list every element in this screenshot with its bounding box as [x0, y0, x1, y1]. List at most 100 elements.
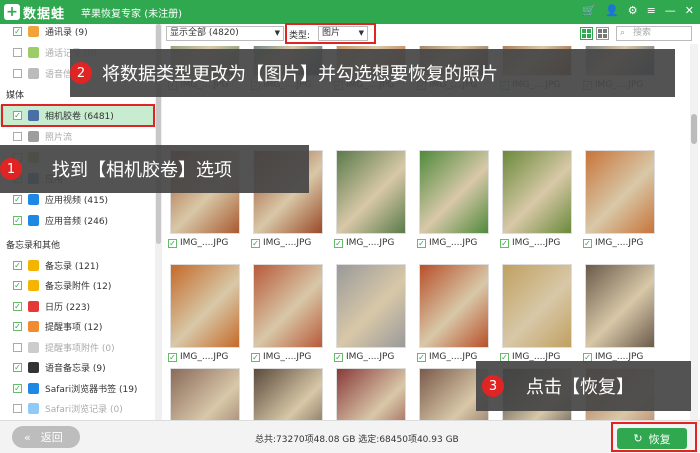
- photo-tile[interactable]: ✓IMG_....JPG: [413, 150, 495, 254]
- show-filter-select[interactable]: 显示全部 (4820) ▼: [166, 26, 284, 41]
- chevron-down-icon: ▼: [274, 29, 280, 37]
- photo-checkbox[interactable]: ✓: [334, 352, 343, 362]
- photo-filename: IMG_....JPG: [429, 238, 478, 248]
- checkbox[interactable]: ✓: [13, 260, 22, 270]
- photo-thumbnail[interactable]: [419, 264, 489, 348]
- photo-thumbnail[interactable]: [336, 150, 406, 234]
- photo-filename: IMG_....JPG: [346, 352, 395, 362]
- photo-tile[interactable]: ✓IMG_....JPG: [247, 264, 329, 368]
- photo-caption: ✓IMG_....JPG: [500, 238, 560, 248]
- grid-scroll-thumb[interactable]: [691, 114, 697, 144]
- other-header: 备忘录和其他: [6, 241, 61, 251]
- minimize-icon[interactable]: —: [665, 4, 676, 18]
- sidebar-item[interactable]: 提醒事项附件 (0): [0, 337, 156, 357]
- photo-checkbox[interactable]: ✓: [168, 238, 177, 248]
- photo-tile[interactable]: [330, 368, 412, 420]
- photo-checkbox[interactable]: ✓: [251, 238, 260, 248]
- sidebar-item[interactable]: ✓ 应用音频 (246): [0, 210, 156, 230]
- checkbox[interactable]: [13, 404, 22, 413]
- photo-tile[interactable]: ✓IMG_....JPG: [330, 264, 412, 368]
- checkbox[interactable]: ✓: [13, 110, 22, 120]
- type-label: 类型:: [289, 31, 311, 41]
- checkbox[interactable]: ✓: [13, 383, 22, 393]
- photo-tile[interactable]: ✓IMG_....JPG: [413, 264, 495, 368]
- sidebar-item[interactable]: ✓ 通讯录 (9): [0, 24, 156, 41]
- sidebar-item[interactable]: 照片流: [0, 126, 156, 146]
- checkbox[interactable]: ✓: [13, 281, 22, 290]
- sidebar-item[interactable]: ✓ 提醒事项 (12): [0, 317, 156, 337]
- photo-checkbox[interactable]: ✓: [168, 352, 177, 362]
- sidebar-item[interactable]: ✓ Safari浏览器书签 (19): [0, 378, 156, 398]
- cart-icon[interactable]: 🛒: [582, 4, 596, 18]
- photo-checkbox[interactable]: ✓: [500, 238, 509, 248]
- type-select[interactable]: 图片 ▼: [318, 26, 368, 41]
- media-header: 媒体: [6, 91, 25, 101]
- sidebar-item[interactable]: ✓ 相机胶卷 (6481): [0, 105, 156, 125]
- checkbox[interactable]: ✓: [13, 26, 22, 36]
- user-icon[interactable]: 👤: [605, 4, 619, 18]
- grid-view-icon[interactable]: [580, 27, 593, 40]
- photo-tile[interactable]: ✓IMG_....JPG: [579, 264, 661, 368]
- photo-thumbnail[interactable]: [502, 264, 572, 348]
- photo-thumbnail[interactable]: [336, 264, 406, 348]
- photo-checkbox[interactable]: ✓: [251, 352, 260, 362]
- photo-tile[interactable]: ✓IMG_....JPG: [164, 264, 246, 368]
- checkbox[interactable]: ✓: [13, 301, 22, 311]
- sidebar-item-label: 备忘录附件 (12): [45, 282, 112, 292]
- sidebar-item-label: 应用音频 (246): [45, 216, 109, 227]
- photo-tile[interactable]: [247, 368, 329, 420]
- photo-tile[interactable]: ✓IMG_....JPG: [579, 150, 661, 254]
- grid-scrollbar[interactable]: [690, 44, 698, 420]
- search-input[interactable]: ⌕ 搜索: [616, 26, 692, 41]
- photo-thumbnail[interactable]: [585, 150, 655, 234]
- photo-thumbnail[interactable]: [585, 264, 655, 348]
- checkbox[interactable]: ✓: [13, 194, 22, 204]
- photo-thumbnail[interactable]: [253, 368, 323, 420]
- checkbox[interactable]: [13, 342, 22, 352]
- type-value: 图片: [322, 28, 341, 38]
- checkbox[interactable]: [13, 47, 22, 57]
- photo-tile[interactable]: ✓IMG_....JPG: [330, 150, 412, 254]
- sidebar-item[interactable]: ✓ 备忘录附件 (12): [0, 276, 156, 296]
- photo-checkbox[interactable]: ✓: [417, 238, 426, 248]
- photo-thumbnail[interactable]: [419, 150, 489, 234]
- sidebar-item-label: 相机胶卷 (6481): [45, 111, 114, 122]
- checkbox[interactable]: [13, 131, 22, 141]
- photo-thumbnail[interactable]: [170, 264, 240, 348]
- sidebar-item[interactable]: ✓ 日历 (223): [0, 296, 156, 316]
- sidebar-item-label: Safari浏览器书签 (19): [45, 384, 138, 395]
- menu-icon[interactable]: ≡: [647, 4, 656, 18]
- app-logo: + 数据蛙: [4, 3, 65, 22]
- category-icon: [28, 193, 39, 205]
- photo-filename: IMG_....JPG: [263, 352, 312, 362]
- sidebar-item[interactable]: Safari浏览记录 (0): [0, 399, 156, 419]
- photo-tile[interactable]: ✓IMG_....JPG: [496, 150, 578, 254]
- step3-callout: 3 点击【恢复】: [476, 361, 691, 411]
- photo-caption: ✓IMG_....JPG: [168, 238, 228, 248]
- settings-icon[interactable]: ⚙: [628, 4, 638, 18]
- photo-thumbnail[interactable]: [253, 264, 323, 348]
- back-button[interactable]: « 返回: [12, 426, 80, 448]
- photo-tile[interactable]: ✓IMG_....JPG: [496, 264, 578, 368]
- step3-text: 点击【恢复】: [526, 377, 634, 398]
- sidebar-item[interactable]: ✓ 备忘录 (121): [0, 255, 156, 275]
- photo-checkbox[interactable]: ✓: [417, 352, 426, 362]
- category-icon: [28, 280, 39, 291]
- photo-tile[interactable]: [164, 368, 246, 420]
- photo-checkbox[interactable]: ✓: [334, 238, 343, 248]
- photo-checkbox[interactable]: ✓: [583, 238, 592, 248]
- step1-text: 找到【相机胶卷】选项: [52, 160, 232, 181]
- checkbox[interactable]: ✓: [13, 363, 22, 372]
- checkbox[interactable]: ✓: [13, 322, 22, 331]
- close-icon[interactable]: ✕: [685, 4, 694, 18]
- sidebar-item[interactable]: ✓ 语音备忘录 (9): [0, 358, 156, 378]
- photo-thumbnail[interactable]: [336, 368, 406, 420]
- checkbox[interactable]: ✓: [13, 215, 22, 225]
- logo-plus-icon: +: [4, 4, 20, 20]
- step1-number: 1: [0, 158, 22, 180]
- checkbox[interactable]: [13, 68, 22, 78]
- recover-button[interactable]: ↻ 恢复: [617, 428, 687, 449]
- list-view-icon[interactable]: [596, 27, 609, 40]
- photo-thumbnail[interactable]: [170, 368, 240, 420]
- photo-thumbnail[interactable]: [502, 150, 572, 234]
